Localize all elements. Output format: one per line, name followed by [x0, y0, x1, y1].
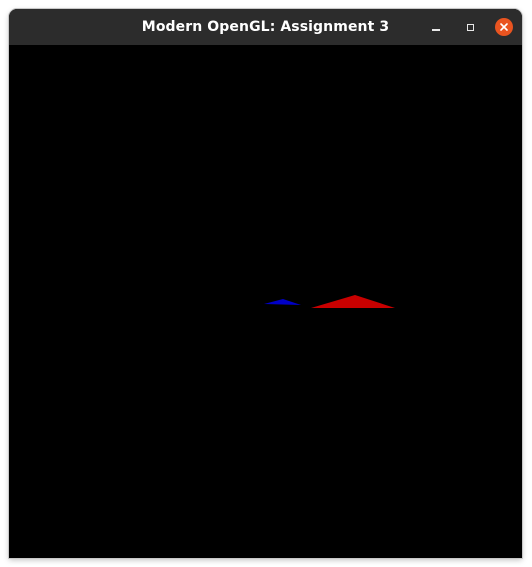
- red-triangle: [311, 295, 395, 308]
- title-bar[interactable]: Modern OpenGL: Assignment 3: [9, 9, 522, 45]
- opengl-viewport[interactable]: [9, 45, 522, 558]
- blue-triangle: [264, 299, 301, 305]
- minimize-icon: [432, 29, 440, 31]
- close-icon: [495, 18, 513, 36]
- close-button[interactable]: [494, 17, 514, 37]
- maximize-button[interactable]: [460, 17, 480, 37]
- maximize-icon: [466, 23, 474, 31]
- scene-canvas: [264, 295, 395, 308]
- app-window: Modern OpenGL: Assignment 3: [9, 9, 522, 558]
- minimize-button[interactable]: [426, 17, 446, 37]
